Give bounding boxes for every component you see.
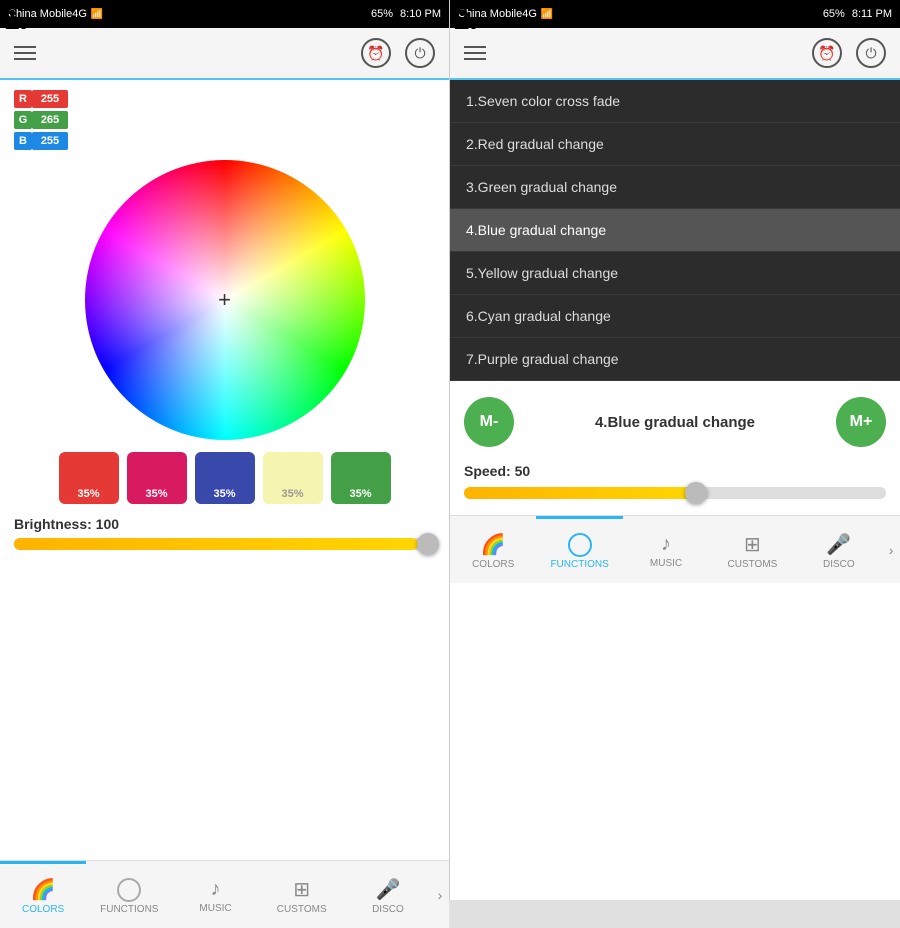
music-icon-1: ♪ (211, 878, 221, 901)
functions-icon-2 (568, 533, 592, 557)
power-button-2[interactable]: ⏻ (856, 38, 886, 68)
swatch-yellow[interactable]: 35% (263, 452, 323, 504)
nav-customs-2[interactable]: ⊞ CUSTOMS (709, 516, 795, 583)
m-minus-button[interactable]: M- (464, 397, 514, 447)
swatch-blue-label: 35% (213, 488, 235, 500)
brightness-slider[interactable] (14, 538, 435, 550)
nav-colors-1[interactable]: 🌈 COLORS (0, 861, 86, 928)
menu-button-2[interactable] (464, 46, 486, 60)
screen1-content: R 255 G 265 B 255 + (0, 80, 449, 860)
swatch-green[interactable]: 35% (331, 452, 391, 504)
swatch-red-label: 35% (77, 488, 99, 500)
speed-fill (464, 487, 696, 499)
colors-icon-1: 🌈 (31, 877, 56, 902)
rgb-labels: R 255 G 265 B 255 (14, 90, 435, 150)
screen-1: 1. China Mobile4G 📶 65% 8:10 PM ⏰ ⏻ (0, 0, 450, 900)
alarm-button-2[interactable]: ⏰ (812, 38, 842, 68)
function-item-6[interactable]: 6.Cyan gradual change (450, 295, 900, 338)
functions-list: 1.Seven color cross fade 2.Red gradual c… (450, 80, 900, 381)
nav-customs-label-1: CUSTOMS (277, 904, 327, 915)
customs-icon-1: ⊞ (293, 877, 310, 902)
battery-1: 65% (371, 8, 393, 20)
color-swatches: 35% 35% 35% 35% 35% (14, 452, 435, 504)
r-value: 255 (32, 90, 68, 108)
nav-music-label-2: MUSIC (650, 558, 682, 569)
battery-2: 65% (823, 8, 845, 20)
music-icon-2: ♪ (661, 533, 671, 556)
b-letter: B (14, 132, 32, 150)
nav-colors-label-2: COLORS (472, 559, 514, 570)
function-controls: M- 4.Blue gradual change M+ Speed: 50 (450, 381, 900, 515)
screen-label-2: 2. (454, 4, 477, 36)
screen-2: 2. China Mobile4G 📶 65% 8:11 PM ⏰ ⏻ 1.Se… (450, 0, 900, 900)
nav-disco-label-2: DISCO (823, 559, 855, 570)
nav-arrow-1[interactable]: › (431, 861, 449, 928)
functions-icon-1 (117, 878, 141, 902)
nav-functions-1[interactable]: FUNCTIONS (86, 861, 172, 928)
function-item-3[interactable]: 3.Green gradual change (450, 166, 900, 209)
function-item-4[interactable]: 4.Blue gradual change (450, 209, 900, 252)
status-bar-2: China Mobile4G 📶 65% 8:11 PM (450, 0, 900, 28)
disco-icon-2: 🎤 (826, 532, 851, 557)
time-2: 8:11 PM (852, 8, 892, 20)
time-1: 8:10 PM (400, 8, 441, 20)
crosshair: + (218, 287, 231, 313)
nav-disco-1[interactable]: 🎤 DISCO (345, 861, 431, 928)
color-wheel[interactable]: + (85, 160, 365, 440)
nav-functions-label-2: FUNCTIONS (550, 559, 608, 570)
nav-customs-1[interactable]: ⊞ CUSTOMS (259, 861, 345, 928)
alarm-button-1[interactable]: ⏰ (361, 38, 391, 68)
nav-arrow-2[interactable]: › (882, 516, 900, 583)
swatch-yellow-label: 35% (281, 488, 303, 500)
g-letter: G (14, 111, 32, 129)
customs-icon-2: ⊞ (744, 532, 761, 557)
speed-slider[interactable] (464, 487, 886, 499)
function-item-7[interactable]: 7.Purple gradual change (450, 338, 900, 381)
selected-mode-label: 4.Blue gradual change (595, 414, 755, 431)
brightness-label: Brightness: 100 (14, 516, 435, 532)
nav-disco-2[interactable]: 🎤 DISCO (796, 516, 882, 583)
nav-music-2[interactable]: ♪ MUSIC (623, 516, 709, 583)
sim-icon-2: 📶 (541, 9, 553, 20)
nav-music-1[interactable]: ♪ MUSIC (172, 861, 258, 928)
r-letter: R (14, 90, 32, 108)
swatch-pink-label: 35% (145, 488, 167, 500)
nav-functions-label-1: FUNCTIONS (100, 904, 158, 915)
b-value: 255 (32, 132, 68, 150)
bottom-nav-1: 🌈 COLORS FUNCTIONS ♪ MUSIC ⊞ CUSTOMS 🎤 D… (0, 860, 449, 928)
nav-music-label-1: MUSIC (199, 903, 231, 914)
nav-colors-2[interactable]: 🌈 COLORS (450, 516, 536, 583)
g-value: 265 (32, 111, 68, 129)
mode-row: M- 4.Blue gradual change M+ (464, 397, 886, 447)
brightness-thumb[interactable] (417, 533, 439, 555)
power-button-1[interactable]: ⏻ (405, 38, 435, 68)
swatch-green-label: 35% (349, 488, 371, 500)
disco-icon-1: 🎤 (375, 877, 400, 902)
top-bar-1: ⏰ ⏻ (0, 28, 449, 80)
speed-label: Speed: 50 (464, 463, 886, 479)
function-item-1[interactable]: 1.Seven color cross fade (450, 80, 900, 123)
nav-customs-label-2: CUSTOMS (728, 559, 778, 570)
swatch-pink[interactable]: 35% (127, 452, 187, 504)
function-item-5[interactable]: 5.Yellow gradual change (450, 252, 900, 295)
swatch-blue[interactable]: 35% (195, 452, 255, 504)
nav-functions-2[interactable]: FUNCTIONS (536, 516, 622, 583)
top-bar-2: ⏰ ⏻ (450, 28, 900, 80)
brightness-fill (14, 538, 418, 550)
function-item-2[interactable]: 2.Red gradual change (450, 123, 900, 166)
m-plus-button[interactable]: M+ (836, 397, 886, 447)
speed-thumb[interactable] (685, 482, 707, 504)
bottom-nav-2: 🌈 COLORS FUNCTIONS ♪ MUSIC ⊞ CUSTOMS 🎤 D… (450, 515, 900, 583)
color-wheel-container[interactable]: + (14, 160, 435, 440)
status-bar-1: China Mobile4G 📶 65% 8:10 PM (0, 0, 449, 28)
nav-colors-label-1: COLORS (22, 904, 64, 915)
menu-button-1[interactable] (14, 46, 36, 60)
sim-icon-1: 📶 (91, 9, 103, 20)
nav-disco-label-1: DISCO (372, 904, 404, 915)
swatch-red[interactable]: 35% (59, 452, 119, 504)
screen-label-1: 1. (4, 4, 27, 36)
colors-icon-2: 🌈 (481, 532, 506, 557)
